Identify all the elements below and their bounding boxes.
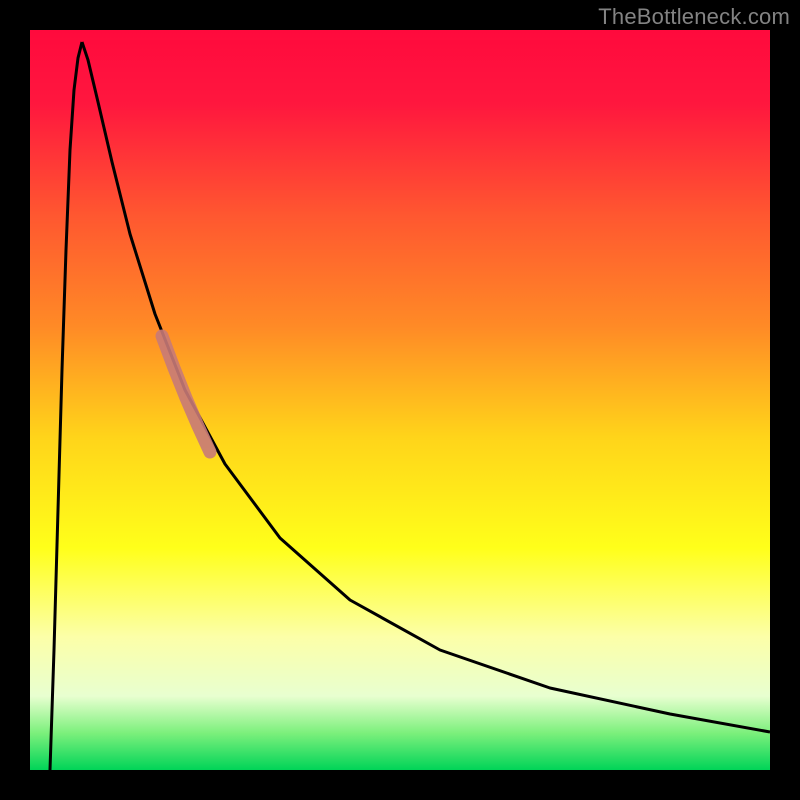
highlight-path: [162, 336, 210, 452]
plot-area: [30, 30, 770, 770]
curve-layer: [30, 30, 770, 770]
watermark-text: TheBottleneck.com: [598, 4, 790, 30]
chart-frame: TheBottleneck.com: [0, 0, 800, 800]
left-branch-path: [50, 42, 82, 770]
